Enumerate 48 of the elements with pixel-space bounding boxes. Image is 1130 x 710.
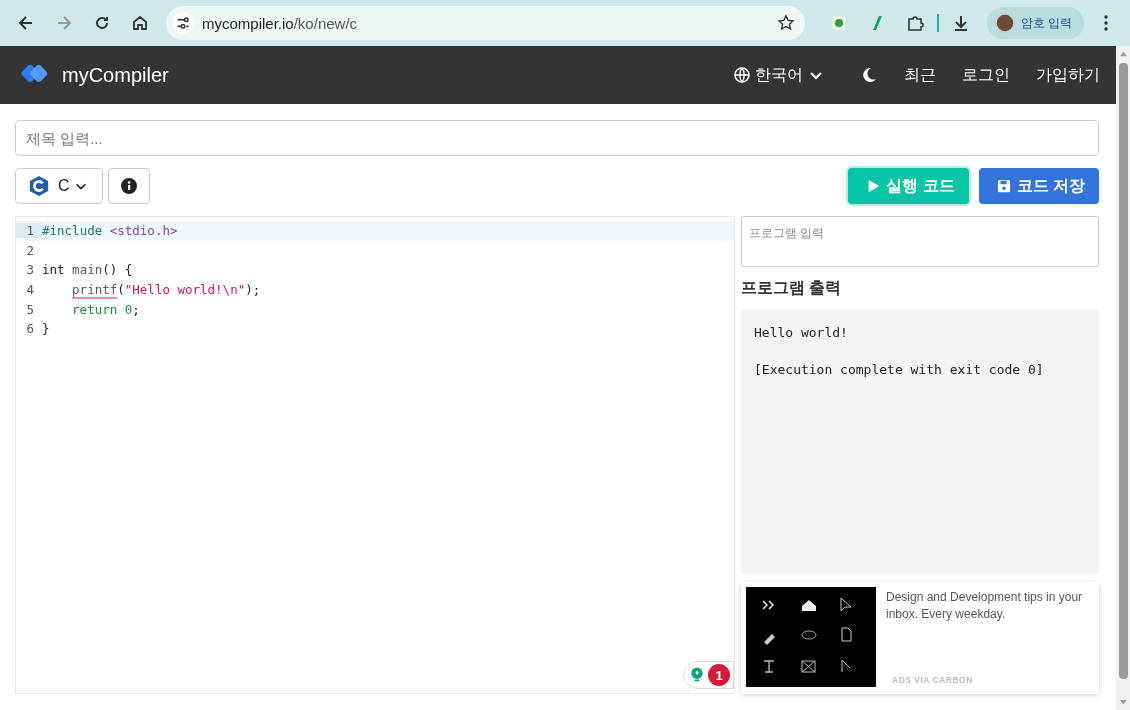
output-text: [Execution complete with exit code 0]: [754, 362, 1045, 377]
save-button[interactable]: 코드 저장: [978, 168, 1099, 204]
site-settings-icon[interactable]: [172, 12, 194, 34]
nav-link[interactable]: 최근: [902, 60, 938, 90]
code-token: #include: [42, 223, 104, 239]
line-number: 2: [25, 242, 35, 258]
play-icon: [866, 179, 881, 193]
lightbulb-icon: [690, 667, 704, 683]
code-token: (: [117, 282, 125, 298]
nav-link[interactable]: 가입하기: [1034, 60, 1102, 90]
output-text: Hello world!: [754, 325, 849, 340]
line-number: 5: [25, 301, 35, 317]
c-language-icon: [28, 175, 50, 197]
address-bar[interactable]: mycompiler.io/ko/new/c: [166, 6, 805, 40]
hint-widget[interactable]: 1: [683, 661, 734, 689]
profile-button[interactable]: 암호 입력: [986, 7, 1084, 39]
nav-link[interactable]: 로그인: [960, 60, 1012, 90]
output-heading: 프로그램 출력: [741, 278, 843, 298]
code-editor[interactable]: 1 #include <stdio.h> 2 3 int main() { 4 printf("Hello world!\n"); 5 return 0; 6 } 1: [15, 216, 735, 694]
code-token: ;: [132, 301, 140, 317]
line-number: 6: [25, 321, 35, 337]
url-text: mycompiler.io/ko/new/c: [202, 14, 359, 32]
code-token: int: [42, 262, 66, 278]
code-token: printf: [72, 282, 118, 298]
code-token: return: [72, 301, 119, 317]
star-icon[interactable]: [776, 14, 795, 32]
line-number: 3: [25, 262, 35, 278]
avatar-icon: [994, 13, 1015, 33]
language-dropdown[interactable]: C: [15, 168, 103, 204]
notification-badge: 1: [708, 664, 730, 686]
moon-icon[interactable]: [862, 67, 878, 83]
code-token: );: [245, 282, 261, 298]
code-token: }: [42, 321, 50, 337]
globe-icon: [734, 67, 750, 83]
code-token: () {: [102, 262, 133, 278]
info-icon: [120, 178, 137, 194]
line-number: 4: [25, 282, 35, 298]
program-input-field[interactable]: 프로그램 입력: [741, 216, 1099, 267]
ad-text[interactable]: Design and Development tips in your inbox. Every weekday.: [886, 589, 1094, 623]
title-field[interactable]: 제목 입력...: [15, 120, 1099, 156]
code-token: main: [72, 262, 103, 278]
line-number: 1: [16, 223, 42, 239]
code-token: "Hello world!\n": [124, 282, 246, 298]
language-selector[interactable]: 한국어: [734, 64, 824, 86]
brand-name[interactable]: myCompiler: [62, 63, 169, 87]
code-token: 0: [124, 301, 133, 317]
code-token: <stdio.h>: [109, 223, 178, 239]
info-button[interactable]: [107, 168, 150, 204]
